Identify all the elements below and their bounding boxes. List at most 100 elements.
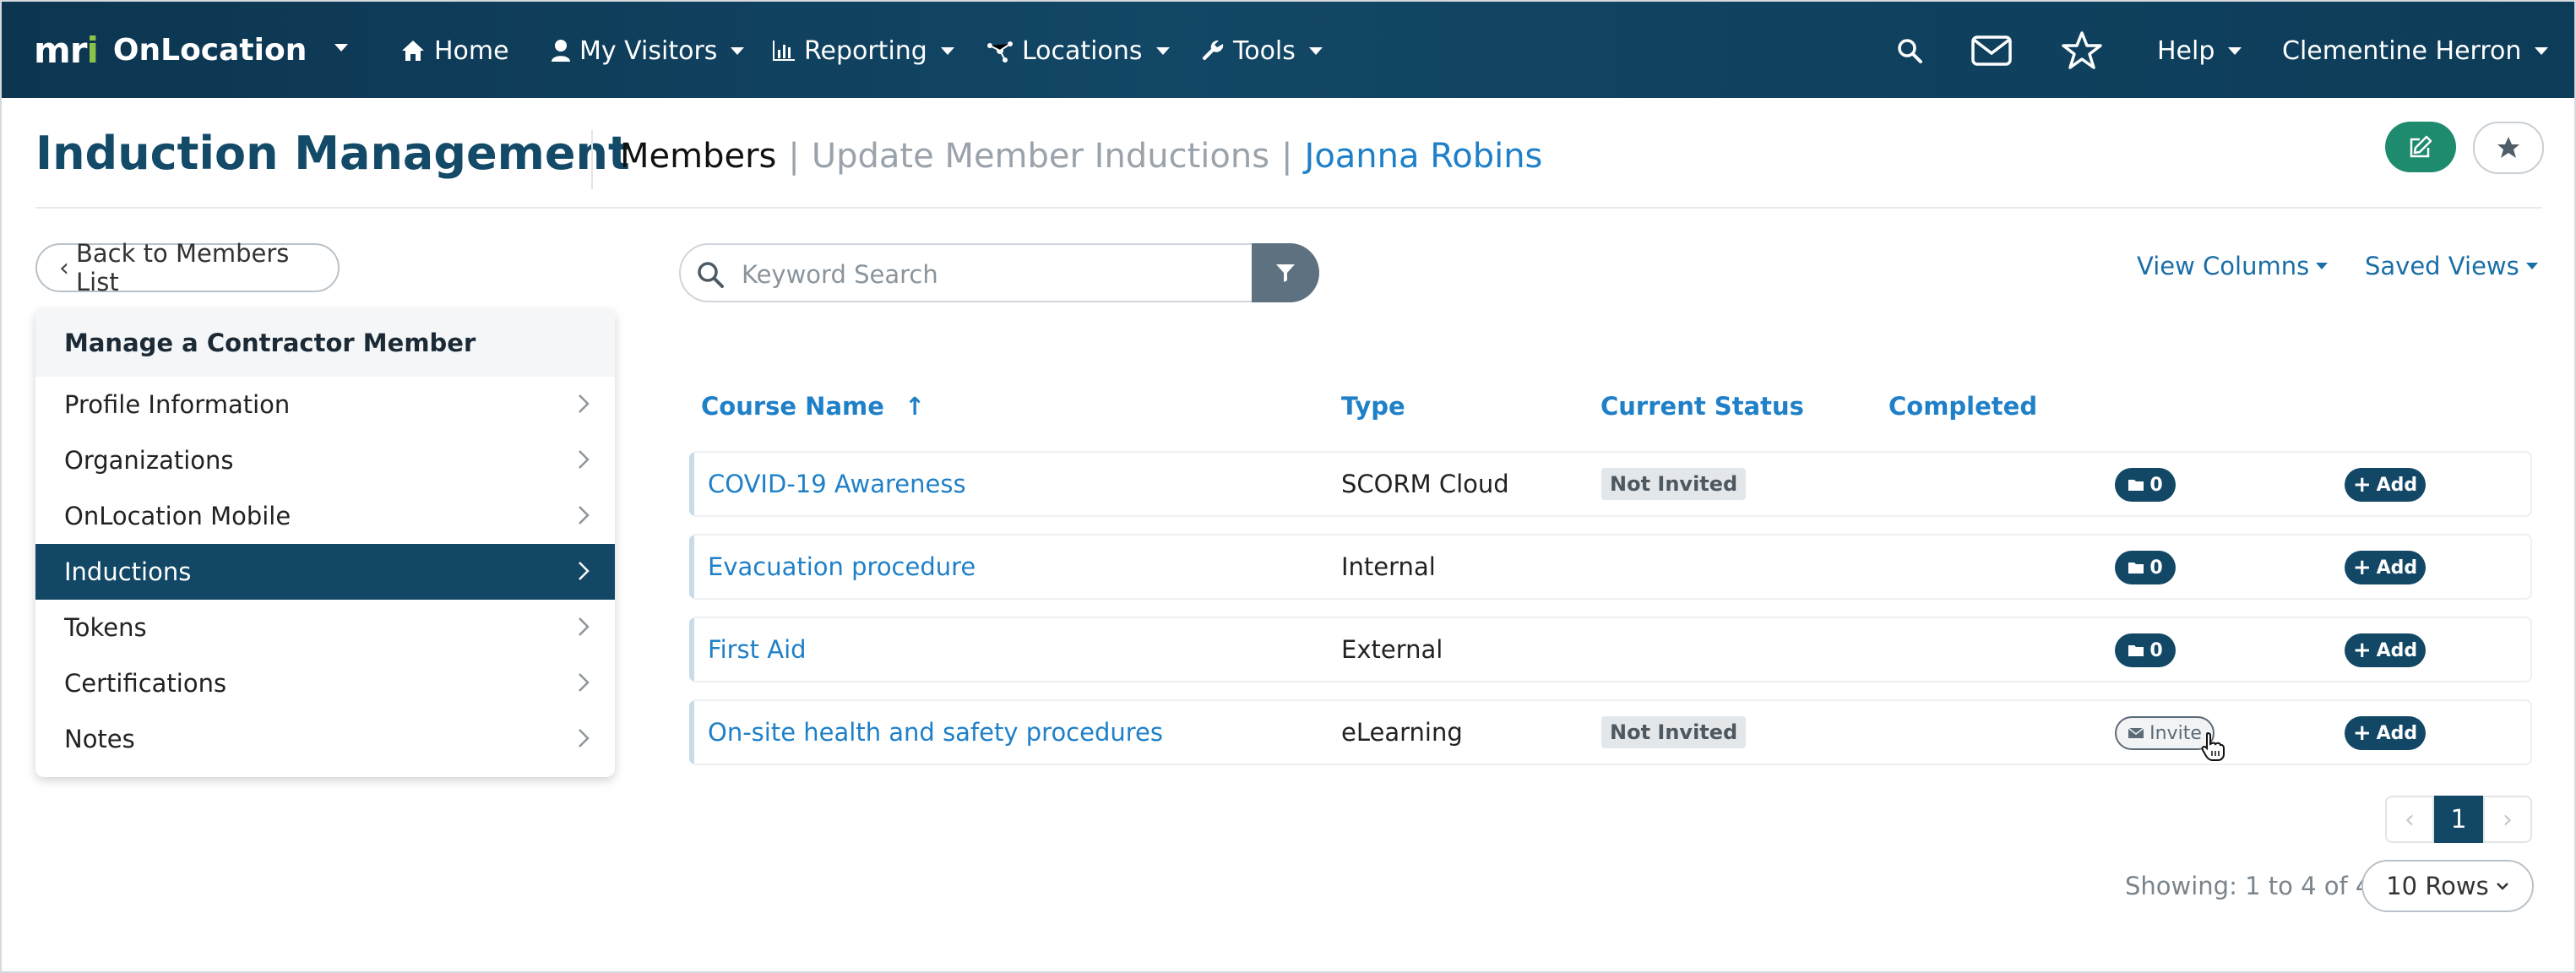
page-number-button[interactable]: 1 <box>2434 796 2483 843</box>
pagination: ‹ 1 › <box>2385 796 2532 843</box>
folder-icon <box>2128 480 2144 491</box>
course-name-link[interactable]: First Aid <box>708 618 807 681</box>
saved-views-dropdown[interactable]: Saved Views <box>2365 252 2538 280</box>
star-icon <box>2497 137 2519 158</box>
breadcrumb-separator: | <box>788 137 800 176</box>
folder-icon <box>2128 645 2144 656</box>
sidebar-item-notes[interactable]: Notes <box>35 711 615 767</box>
documents-button[interactable]: 0 <box>2115 633 2176 667</box>
plus-icon: + <box>2352 720 2372 746</box>
chevron-right-icon <box>579 729 590 747</box>
nav-tools[interactable]: Tools <box>1201 27 1323 74</box>
sidebar-item-label: Profile Information <box>64 390 291 419</box>
status-badge: Not Invited <box>1601 701 1747 764</box>
view-columns-label: View Columns <box>2137 252 2310 280</box>
favorite-button[interactable] <box>2473 122 2544 174</box>
keyword-search <box>679 243 1319 302</box>
nav-home-label: Home <box>434 35 509 66</box>
table-row: On-site health and safety procedures eLe… <box>689 699 2532 765</box>
showing-count: Showing: 1 to 4 of 4 <box>2125 872 2372 900</box>
app-name: OnLocation <box>112 32 307 68</box>
table-row: First Aid External 0 + Add <box>689 617 2532 682</box>
nav-my-visitors[interactable]: My Visitors <box>551 27 745 74</box>
mail-icon[interactable] <box>1971 27 2012 74</box>
add-button[interactable]: + Add <box>2345 551 2426 584</box>
folder-icon <box>2128 563 2144 573</box>
column-header-completed[interactable]: Completed <box>1889 392 2037 421</box>
breadcrumb-separator: | <box>1281 137 1293 176</box>
column-header-type[interactable]: Type <box>1341 392 1405 421</box>
add-button[interactable]: + Add <box>2345 468 2426 502</box>
table-row: COVID-19 Awareness SCORM Cloud Not Invit… <box>689 451 2532 517</box>
search-input[interactable] <box>740 255 1250 294</box>
course-name-link[interactable]: COVID-19 Awareness <box>708 453 966 515</box>
back-label: Back to Members List <box>76 239 290 296</box>
breadcrumb: Members | Update Member Inductions | Joanna … <box>620 137 1542 176</box>
add-button[interactable]: + Add <box>2345 633 2426 667</box>
app-window: mri OnLocation Home My Visitors Reportin… <box>0 0 2576 973</box>
hand-pointer-cursor-icon <box>2201 731 2225 761</box>
sort-ascending-icon: ↑ <box>905 392 926 421</box>
back-to-members-button[interactable]: ‹ Back to Members List <box>35 239 340 296</box>
app-switcher-caret[interactable] <box>334 39 348 55</box>
invite-button[interactable]: Invite <box>2115 716 2215 750</box>
add-button[interactable]: + Add <box>2345 716 2426 750</box>
user-menu[interactable]: Clementine Herron <box>2282 27 2549 74</box>
nav-locations[interactable]: Locations <box>986 27 1170 74</box>
sidebar-item-profile-information[interactable]: Profile Information <box>35 377 615 432</box>
documents-button[interactable]: 0 <box>2115 468 2176 502</box>
breadcrumb-update-inductions: Update Member Inductions <box>811 137 1270 176</box>
documents-count: 0 <box>2149 557 2163 579</box>
chevron-down-icon <box>2496 883 2508 890</box>
chevron-right-icon <box>579 394 590 413</box>
course-type: eLearning <box>1341 718 1463 747</box>
edit-icon <box>2410 135 2432 158</box>
sidebar-item-inductions[interactable]: Inductions <box>35 544 615 600</box>
add-label: Add <box>2376 474 2418 496</box>
add-label: Add <box>2376 639 2418 661</box>
sidebar-item-certifications[interactable]: Certifications <box>35 655 615 711</box>
app-logo[interactable]: mri OnLocation <box>34 27 307 73</box>
sidebar-item-onlocation-mobile[interactable]: OnLocation Mobile <box>35 488 615 544</box>
help-label: Help <box>2157 35 2215 66</box>
documents-button[interactable]: 0 <box>2115 551 2176 584</box>
plus-icon: + <box>2352 555 2372 580</box>
caret-down-icon <box>2316 263 2329 269</box>
saved-views-label: Saved Views <box>2365 252 2519 280</box>
header-divider <box>591 130 593 189</box>
nav-reporting-label: Reporting <box>804 35 927 66</box>
sidebar-item-label: Certifications <box>64 669 227 698</box>
edit-button[interactable] <box>2385 122 2456 172</box>
member-menu-card: Manage a Contractor Member Profile Infor… <box>35 309 615 777</box>
nav-home[interactable]: Home <box>400 27 509 74</box>
rows-per-page-select[interactable]: 10 Rows <box>2361 860 2534 912</box>
next-page-button[interactable]: › <box>2483 796 2532 843</box>
column-header-course-name[interactable]: Course Name ↑ <box>701 392 925 421</box>
plus-icon: + <box>2352 638 2372 663</box>
chevron-right-icon <box>579 673 590 692</box>
help-menu[interactable]: Help <box>2157 27 2242 74</box>
view-columns-dropdown[interactable]: View Columns <box>2137 252 2329 280</box>
course-type: External <box>1341 635 1443 664</box>
chevron-right-icon <box>579 450 590 469</box>
sidebar-item-organizations[interactable]: Organizations <box>35 432 615 488</box>
filter-button[interactable] <box>1252 243 1319 302</box>
chevron-left-icon: ‹ <box>59 253 69 283</box>
course-name-link[interactable]: Evacuation procedure <box>708 535 976 598</box>
sidebar-item-tokens[interactable]: Tokens <box>35 600 615 655</box>
prev-page-button[interactable]: ‹ <box>2385 796 2434 843</box>
sidebar-item-label: Tokens <box>64 613 147 642</box>
sidebar-item-label: Inductions <box>64 557 192 586</box>
favorites-star-icon[interactable] <box>2061 27 2103 74</box>
chevron-right-icon <box>579 506 590 525</box>
breadcrumb-member-name[interactable]: Joanna Robins <box>1305 137 1543 176</box>
nav-my-visitors-label: My Visitors <box>579 35 718 66</box>
column-header-current-status[interactable]: Current Status <box>1600 392 1804 421</box>
nav-reporting[interactable]: Reporting <box>772 27 954 74</box>
nav-tools-label: Tools <box>1233 35 1296 66</box>
search-icon[interactable] <box>1897 27 1922 74</box>
course-name-link[interactable]: On-site health and safety procedures <box>708 701 1163 764</box>
breadcrumb-members[interactable]: Members <box>620 137 776 176</box>
column-header-label: Course Name <box>701 392 884 421</box>
user-name: Clementine Herron <box>2282 35 2522 66</box>
